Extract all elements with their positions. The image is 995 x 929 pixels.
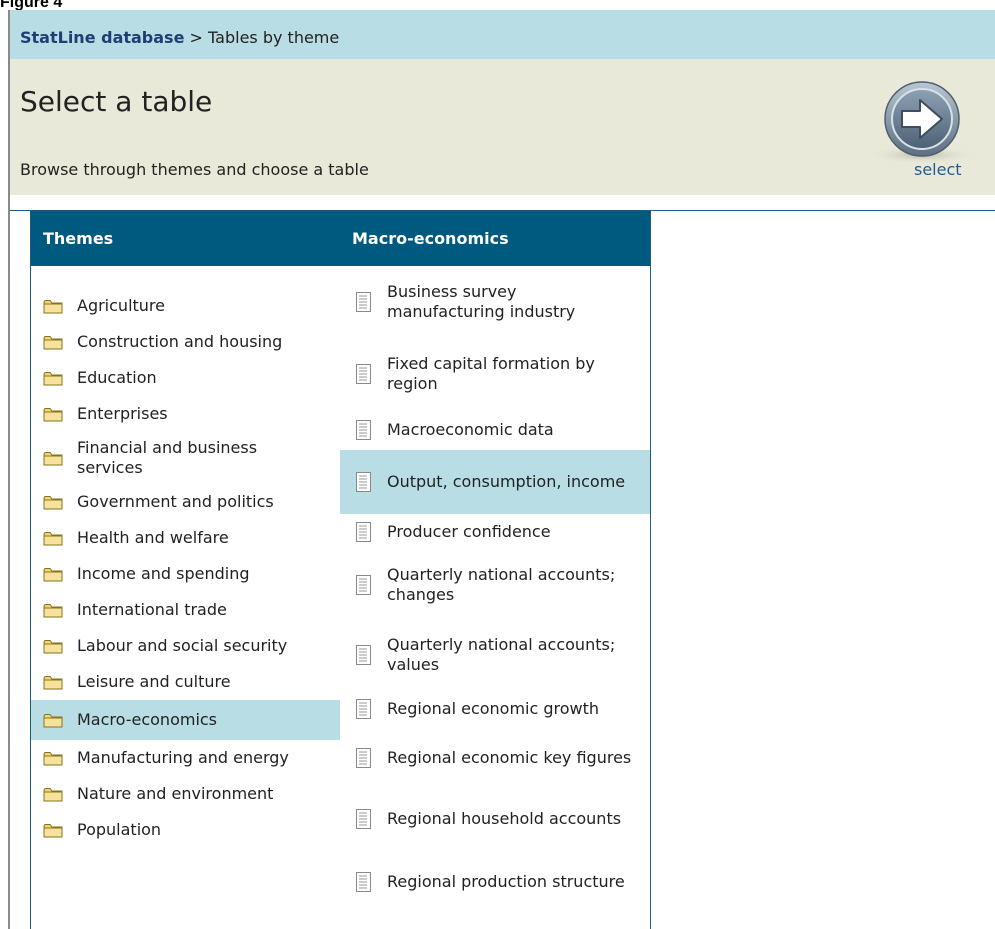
tables-column-header: Macro-economics bbox=[340, 211, 650, 266]
select-button[interactable]: select bbox=[862, 75, 982, 195]
document-icon bbox=[356, 699, 371, 719]
theme-item-label: International trade bbox=[77, 600, 227, 619]
theme-item-label: Nature and environment bbox=[77, 784, 274, 803]
breadcrumb-root-link[interactable]: StatLine database bbox=[20, 28, 184, 47]
theme-item[interactable]: Income and spending bbox=[31, 556, 340, 592]
folder-icon bbox=[43, 335, 63, 350]
folder-icon bbox=[43, 751, 63, 766]
table-item[interactable]: Business survey manufacturing industry bbox=[340, 266, 650, 338]
folder-icon bbox=[43, 675, 63, 690]
folder-icon bbox=[43, 451, 63, 466]
table-item-label: Macroeconomic data bbox=[387, 420, 554, 439]
folder-icon bbox=[43, 567, 63, 582]
theme-item[interactable]: Macro-economics bbox=[31, 700, 340, 740]
folder-icon bbox=[43, 531, 63, 546]
theme-item-label: Population bbox=[77, 820, 162, 839]
folder-icon bbox=[43, 603, 63, 618]
themes-column: Themes Agriculture Construction and housi… bbox=[30, 211, 341, 929]
theme-item[interactable]: Government and politics bbox=[31, 484, 340, 520]
header-panel: Select a table Browse through themes and… bbox=[10, 59, 995, 195]
table-item-label: Quarterly national accounts; values bbox=[387, 635, 616, 674]
select-label[interactable]: select bbox=[914, 160, 962, 179]
folder-icon bbox=[43, 407, 63, 422]
page-subtitle: Browse through themes and choose a table bbox=[20, 160, 369, 179]
document-icon bbox=[356, 809, 371, 829]
themes-column-header: Themes bbox=[31, 211, 340, 266]
document-icon bbox=[356, 364, 371, 384]
theme-item-label: Government and politics bbox=[77, 492, 274, 511]
theme-item[interactable]: Financial and business services bbox=[31, 432, 340, 484]
folder-icon bbox=[43, 639, 63, 654]
table-item[interactable]: Quarterly national accounts; changes bbox=[340, 550, 650, 620]
theme-item-label: Labour and social security bbox=[77, 636, 288, 655]
table-item-label: Business survey manufacturing industry bbox=[387, 282, 576, 321]
page-title: Select a table bbox=[20, 85, 213, 118]
theme-item-label: Education bbox=[77, 368, 157, 387]
breadcrumb-bar: StatLine database > Tables by theme bbox=[10, 10, 995, 59]
document-icon bbox=[356, 472, 371, 492]
document-icon bbox=[356, 522, 371, 542]
theme-item[interactable]: Education bbox=[31, 360, 340, 396]
table-item[interactable]: Quarterly national accounts; values bbox=[340, 620, 650, 690]
folder-icon bbox=[43, 495, 63, 510]
table-item[interactable]: Regional household accounts bbox=[340, 788, 650, 850]
table-item[interactable]: Regional economic growth bbox=[340, 690, 650, 728]
document-icon bbox=[356, 292, 371, 312]
document-icon bbox=[356, 872, 371, 892]
theme-item[interactable]: Enterprises bbox=[31, 396, 340, 432]
breadcrumb-separator: > bbox=[189, 28, 203, 47]
table-item[interactable]: Macroeconomic data bbox=[340, 410, 650, 450]
table-item[interactable]: Regional economic key figures bbox=[340, 728, 650, 788]
table-item-label: Fixed capital formation by region bbox=[387, 354, 595, 393]
theme-item[interactable]: Health and welfare bbox=[31, 520, 340, 556]
folder-icon bbox=[43, 371, 63, 386]
folder-icon bbox=[43, 787, 63, 802]
theme-item-label: Macro-economics bbox=[77, 710, 218, 729]
theme-item[interactable]: Leisure and culture bbox=[31, 664, 340, 700]
tables-column: Macro-economics Business survey manufact… bbox=[340, 211, 651, 929]
theme-item[interactable]: Labour and social security bbox=[31, 628, 340, 664]
table-item[interactable]: Producer confidence bbox=[340, 514, 650, 550]
document-icon bbox=[356, 575, 371, 595]
table-item[interactable]: Fixed capital formation by region bbox=[340, 338, 650, 410]
theme-item-label: Construction and housing bbox=[77, 332, 283, 351]
table-item-label: Quarterly national accounts; changes bbox=[387, 565, 616, 604]
table-item-label: Output, consumption, income bbox=[387, 472, 626, 491]
theme-item-label: Leisure and culture bbox=[77, 672, 231, 691]
table-item-label: Producer confidence bbox=[387, 522, 551, 541]
theme-item-label: Income and spending bbox=[77, 564, 250, 583]
theme-item-label: Financial and business services bbox=[77, 438, 258, 477]
table-item-label: Regional household accounts bbox=[387, 809, 622, 828]
theme-item-label: Enterprises bbox=[77, 404, 168, 423]
theme-item-label: Agriculture bbox=[77, 296, 165, 315]
table-item[interactable]: Regional production structure bbox=[340, 850, 650, 914]
table-item-label: Regional production structure bbox=[387, 872, 625, 891]
theme-item-label: Health and welfare bbox=[77, 528, 229, 547]
theme-item-label: Manufacturing and energy bbox=[77, 748, 289, 767]
table-item-label: Regional economic key figures bbox=[387, 748, 632, 767]
breadcrumb: StatLine database > Tables by theme bbox=[20, 28, 339, 47]
theme-item[interactable]: Construction and housing bbox=[31, 324, 340, 360]
table-item[interactable]: Output, consumption, income bbox=[340, 450, 650, 514]
theme-item[interactable]: Manufacturing and energy bbox=[31, 740, 340, 776]
document-icon bbox=[356, 748, 371, 768]
folder-icon bbox=[43, 713, 63, 728]
theme-item[interactable]: International trade bbox=[31, 592, 340, 628]
theme-item[interactable]: Population bbox=[31, 812, 340, 848]
document-icon bbox=[356, 645, 371, 665]
breadcrumb-current: Tables by theme bbox=[208, 28, 340, 47]
theme-item[interactable]: Nature and environment bbox=[31, 776, 340, 812]
table-item-label: Regional economic growth bbox=[387, 699, 600, 718]
folder-icon bbox=[43, 299, 63, 314]
theme-item[interactable]: Agriculture bbox=[31, 288, 340, 324]
document-icon bbox=[356, 420, 371, 440]
folder-icon bbox=[43, 823, 63, 838]
